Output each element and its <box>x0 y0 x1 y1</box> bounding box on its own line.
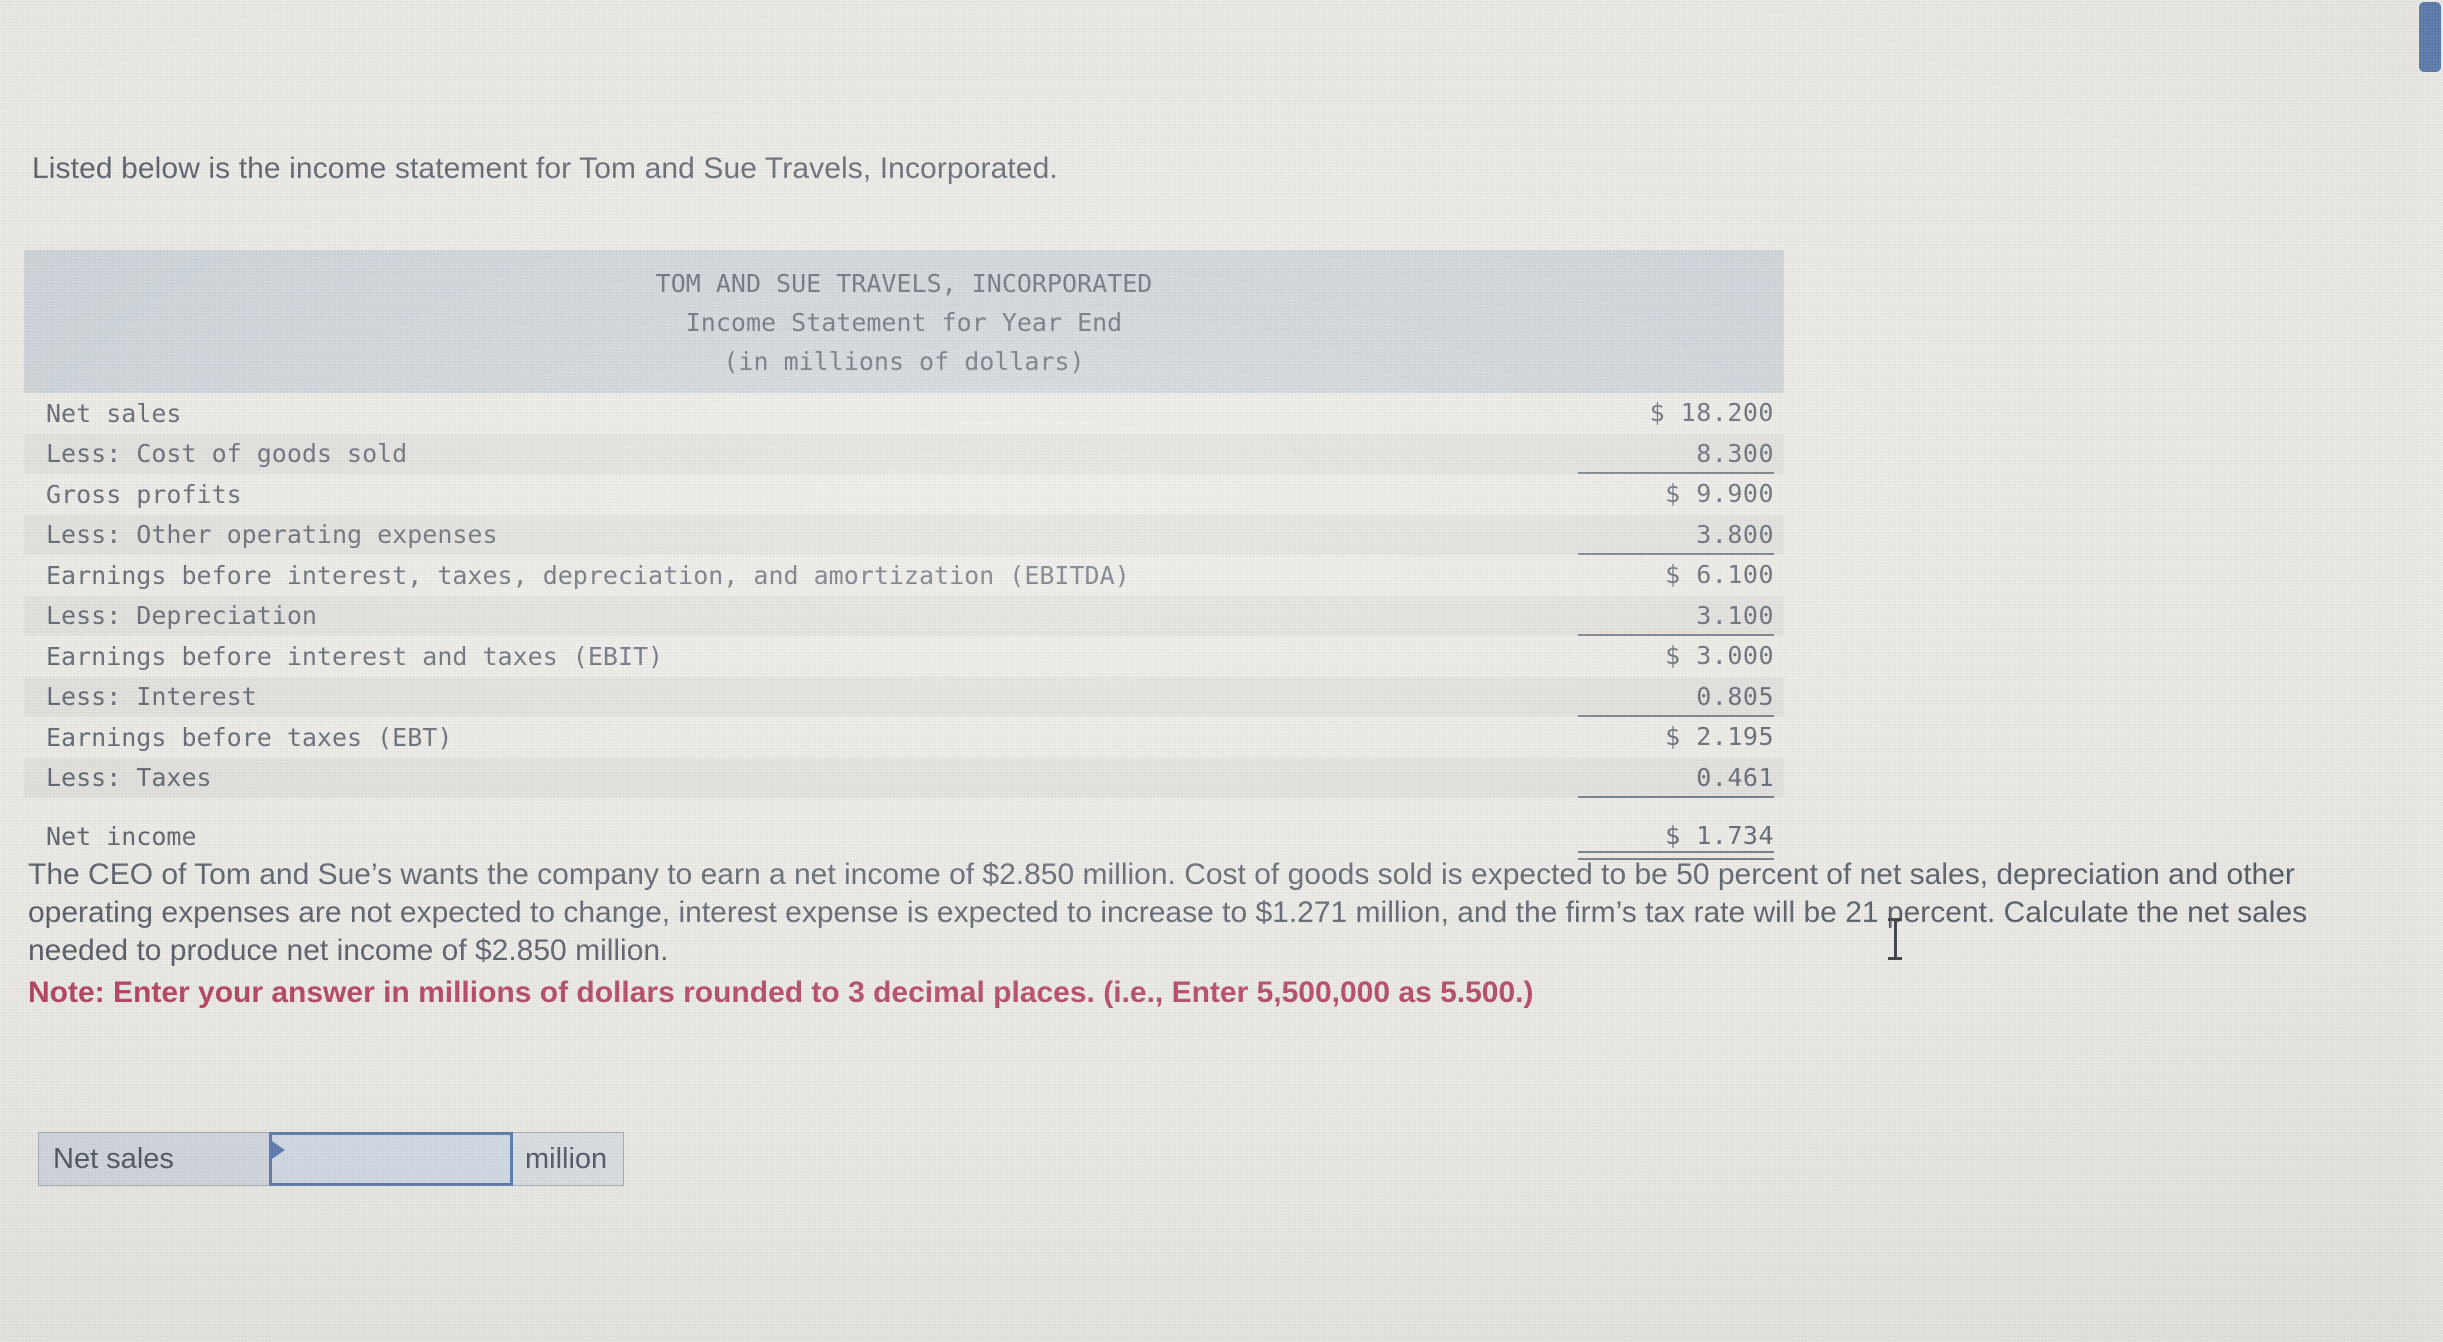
answer-unit-label: million <box>513 1133 624 1185</box>
statement-title-company: TOM AND SUE TRAVELS, INCORPORATED <box>655 269 1153 298</box>
statement-line-label: Net income <box>46 821 197 851</box>
vertical-scrollbar-thumb[interactable] <box>2419 2 2441 72</box>
statement-line-value: $ 2.195 <box>1665 722 1774 751</box>
statement-line-value: 3.100 <box>1696 600 1774 630</box>
question-body-text: The CEO of Tom and Sue’s wants the compa… <box>28 858 2308 967</box>
statement-line-value: $ 18.200 <box>1649 398 1774 427</box>
statement-line-label: Net sales <box>46 398 182 428</box>
statement-line-label: Less: Interest <box>46 682 257 712</box>
table-row: Net sales $ 18.200 <box>24 393 1784 434</box>
statement-line-label: Earnings before interest and taxes (EBIT… <box>46 641 664 671</box>
statement-title-units: (in millions of dollars) <box>723 347 1085 376</box>
statement-line-value: $ 3.000 <box>1665 641 1774 670</box>
statement-line-value: $ 1.734 <box>1665 821 1774 850</box>
table-row: Earnings before taxes (EBT) $ 2.195 <box>24 717 1784 758</box>
table-row: Less: Cost of goods sold 8.300 <box>24 433 1784 474</box>
answer-label: Net sales <box>39 1133 269 1185</box>
table-row: Net income $ 1.734 <box>24 816 1784 859</box>
table-row: Earnings before interest and taxes (EBIT… <box>24 636 1784 677</box>
answer-input-wrapper[interactable] <box>269 1132 513 1186</box>
table-row: Less: Taxes 0.461 <box>24 757 1784 798</box>
intro-text: Listed below is the income statement for… <box>32 152 1058 185</box>
statement-line-value: 0.805 <box>1696 681 1774 711</box>
table-row: Earnings before interest, taxes, depreci… <box>24 555 1784 596</box>
statement-title-subtitle: Income Statement for Year End <box>685 308 1123 337</box>
statement-line-value: $ 9.900 <box>1665 479 1774 508</box>
vertical-scrollbar-track[interactable] <box>2417 0 2443 1342</box>
table-row: Less: Other operating expenses 3.800 <box>24 514 1784 555</box>
statement-line-value: 0.461 <box>1696 762 1774 792</box>
statement-spacer <box>24 798 1784 816</box>
statement-line-label: Less: Other operating expenses <box>46 520 498 550</box>
statement-line-label: Earnings before interest, taxes, depreci… <box>46 560 1130 590</box>
statement-header-band: TOM AND SUE TRAVELS, INCORPORATED Income… <box>24 250 1784 393</box>
statement-rows: Net sales $ 18.200 Less: Cost of goods sol… <box>24 393 1784 859</box>
table-row: Gross profits $ 9.900 <box>24 474 1784 515</box>
statement-line-value: 8.300 <box>1696 438 1774 468</box>
question-block: The CEO of Tom and Sue’s wants the compa… <box>28 856 2318 1012</box>
table-row: Less: Interest 0.805 <box>24 676 1784 717</box>
statement-line-value: $ 6.100 <box>1665 560 1774 589</box>
statement-line-label: Less: Taxes <box>46 763 212 793</box>
income-statement-table: TOM AND SUE TRAVELS, INCORPORATED Income… <box>24 250 1784 859</box>
answer-input-group: Net sales million <box>38 1132 625 1186</box>
question-note-text: Note: Enter your answer in millions of d… <box>28 976 1534 1009</box>
statement-line-label: Less: Depreciation <box>46 601 317 631</box>
net-sales-answer-input[interactable] <box>272 1135 510 1183</box>
statement-line-label: Earnings before taxes (EBT) <box>46 722 453 752</box>
table-row: Less: Depreciation 3.100 <box>24 595 1784 636</box>
statement-line-label: Less: Cost of goods sold <box>46 439 408 469</box>
statement-line-value: 3.800 <box>1696 519 1774 549</box>
statement-line-label: Gross profits <box>46 479 242 509</box>
